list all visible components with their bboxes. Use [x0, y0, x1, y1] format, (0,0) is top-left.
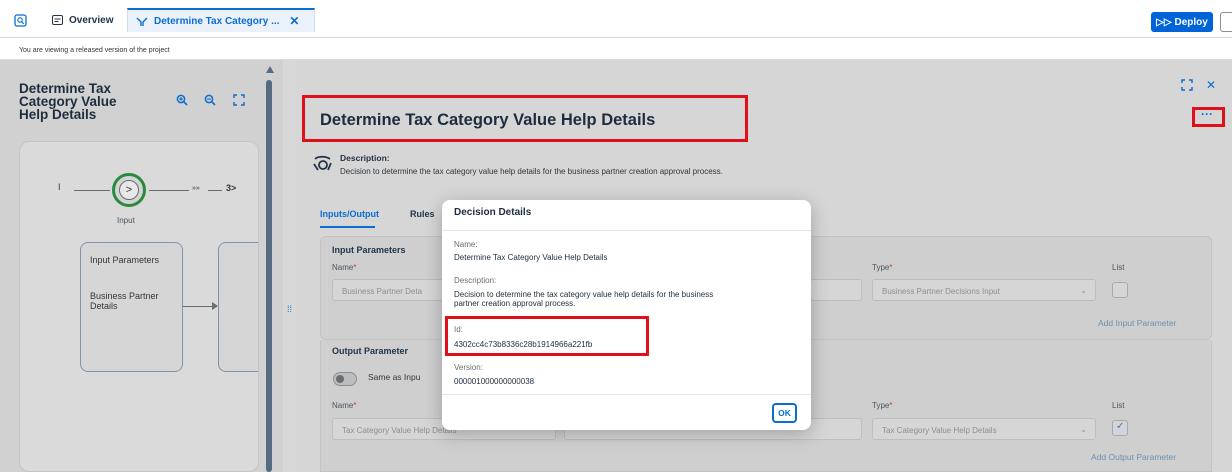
- decision-icon: [136, 17, 148, 26]
- chevron-down-icon: ⌄: [1080, 425, 1087, 434]
- dialog-name-value: Determine Tax Category Value Help Detail…: [454, 253, 608, 262]
- dialog-title: Decision Details: [454, 207, 532, 218]
- dialog-description-label: Description:: [454, 276, 497, 285]
- next-node[interactable]: [218, 242, 258, 372]
- name-label: Name*: [332, 401, 357, 410]
- output-section-title: Output Parameter: [332, 346, 409, 356]
- tab-rules[interactable]: Rules: [410, 209, 435, 219]
- decision-logo-icon: [312, 155, 334, 176]
- scroll-up-icon[interactable]: [266, 66, 274, 73]
- input-section-title: Input Parameters: [332, 245, 406, 255]
- tab-decision[interactable]: Determine Tax Category ... ✕: [127, 8, 315, 32]
- type-label: Type*: [872, 263, 893, 272]
- page-title: Determine Tax Category Value Help Detail…: [320, 111, 656, 129]
- deploy-label: Deploy: [1174, 16, 1208, 28]
- description-text: Decision to determine the tax category v…: [340, 167, 723, 176]
- highlight-box: [445, 316, 649, 356]
- add-input-parameter-link[interactable]: Add Input Parameter: [1098, 318, 1176, 328]
- close-pane-icon[interactable]: ✕: [1206, 78, 1216, 92]
- node-bp-details: Business Partner Details: [90, 291, 159, 311]
- dialog-footer-divider: [442, 394, 811, 395]
- tab-overview[interactable]: Overview: [44, 8, 121, 32]
- pane-splitter[interactable]: ⁞⁞: [283, 60, 296, 472]
- fit-to-screen-icon[interactable]: [233, 94, 245, 109]
- zoom-in-icon[interactable]: [176, 94, 188, 109]
- flow-end-marker: 3>: [226, 183, 237, 193]
- zoom-out-icon[interactable]: [204, 94, 216, 109]
- ok-button[interactable]: OK: [772, 403, 797, 423]
- deploy-icon: ▷▷: [1156, 16, 1172, 28]
- input-type-select[interactable]: Business Partner Decisions Input ⌄: [872, 279, 1096, 301]
- fullscreen-icon[interactable]: [1181, 79, 1193, 94]
- input-type-value: Business Partner Decisions Input: [882, 287, 1000, 296]
- flow-line: [74, 190, 110, 191]
- type-label: Type*: [872, 401, 893, 410]
- project-icon: [14, 13, 27, 27]
- tab-underline: [320, 226, 375, 228]
- same-as-input-toggle[interactable]: [333, 372, 357, 386]
- input-node[interactable]: Input Parameters Business Partner Detail…: [80, 242, 183, 372]
- close-icon[interactable]: ✕: [289, 14, 299, 28]
- left-title-line: Help Details: [19, 107, 97, 122]
- list-checkbox[interactable]: [1112, 282, 1128, 298]
- list-checkbox-checked[interactable]: ✓: [1112, 420, 1128, 436]
- overview-icon: [52, 15, 63, 25]
- info-bar: You are viewing a released version of th…: [0, 38, 1232, 60]
- list-label: List: [1112, 401, 1125, 410]
- flow-start-marker: I: [58, 182, 61, 192]
- dialog-name-label: Name:: [454, 240, 478, 249]
- name-label: Name*: [332, 263, 357, 272]
- tab-inputs-output[interactable]: Inputs/Output: [320, 209, 379, 219]
- chevron-right-icon: >: [119, 180, 139, 200]
- dialog-description-line: Decision to determine the tax category v…: [454, 290, 714, 299]
- dialog-version-label: Version:: [454, 363, 483, 372]
- node-input-params: Input Parameters: [90, 255, 160, 265]
- dialog-id-label: Id:: [454, 325, 463, 334]
- check-icon: ✓: [1116, 421, 1125, 432]
- left-title: Determine Tax Category Value Help Detail…: [19, 82, 159, 122]
- dialog-header-divider: [442, 230, 811, 231]
- start-node-label: Input: [117, 216, 135, 225]
- start-node[interactable]: >: [112, 173, 146, 207]
- flow-line: [208, 190, 222, 191]
- grip-icon: ⁞⁞: [287, 304, 293, 314]
- flow-arrow-icon: »»: [192, 185, 200, 192]
- add-output-parameter-link[interactable]: Add Output Parameter: [1091, 452, 1176, 462]
- chevron-down-icon: ⌄: [1080, 286, 1087, 295]
- tab-decision-label: Determine Tax Category ...: [154, 15, 280, 27]
- decision-details-dialog: [442, 200, 811, 430]
- flow-line: [149, 190, 189, 191]
- output-type-value: Tax Category Value Help Details: [882, 426, 997, 435]
- dialog-version-value: 000001000000000038: [454, 377, 535, 386]
- left-scrollbar[interactable]: [266, 80, 272, 472]
- deploy-button[interactable]: ▷▷ Deploy: [1151, 12, 1213, 32]
- project-icon-button[interactable]: [6, 8, 35, 32]
- list-label: List: [1112, 263, 1125, 272]
- input-description-field[interactable]: [810, 279, 862, 301]
- dialog-description-line: partner creation approval process.: [454, 299, 576, 308]
- dialog-id-value: 4302cc4c73b8336c28b1914966a221fb: [454, 340, 593, 349]
- tab-overview-label: Overview: [69, 14, 114, 26]
- input-name-field[interactable]: Business Partner Deta: [332, 279, 452, 301]
- output-type-select[interactable]: Tax Category Value Help Details ⌄: [872, 418, 1096, 440]
- more-options-icon[interactable]: ···: [1201, 107, 1213, 121]
- description-label: Description:: [340, 153, 390, 163]
- tab-bar: Overview Determine Tax Category ... ✕ ▷▷…: [0, 0, 1232, 38]
- same-as-input-label: Same as Inpu: [368, 372, 421, 382]
- overflow-button[interactable]: [1220, 12, 1232, 32]
